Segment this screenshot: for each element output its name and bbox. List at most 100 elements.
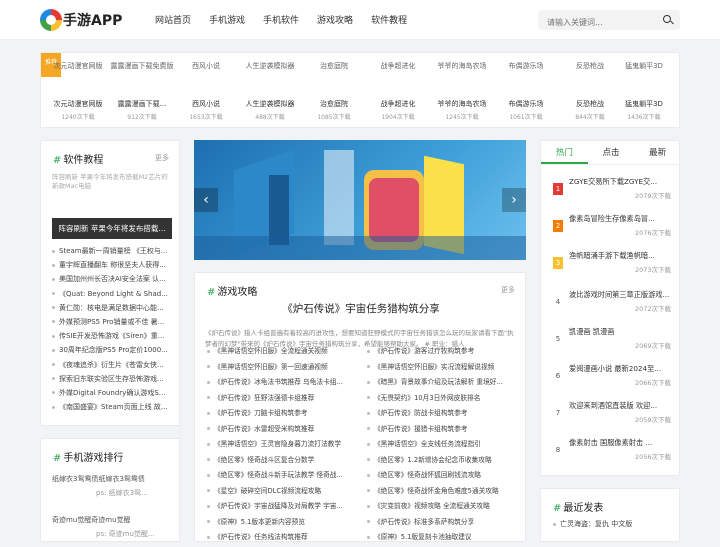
list-item[interactable]: 董宇辉直播翻车 称很坚夫人获得... [52,260,176,274]
more-link[interactable]: 更多 [155,153,169,163]
list-item[interactable]: 《南国盛宴》Steam页面上线 故... [52,402,176,416]
app-downloads: 1904次下载 [381,114,415,121]
app-name[interactable]: 露露漫画下载... [109,99,175,109]
hero-banner[interactable]: ‹ › [194,140,526,260]
hot-item-title[interactable]: ZGYE交易所下载ZGYE交... [569,177,677,187]
list-item[interactable]: 《Quat: Beyond Light & Shad... [52,289,176,303]
app-card[interactable]: 次元动漫官网版 次元动漫官网版 1240次下载 [45,61,111,121]
ranking-item[interactable]: 奇迹mu觉醒奇迹mu觉醒 ps: 奇迹mu觉醒... [52,515,176,539]
hot-item-title[interactable]: 凯漫画 凯漫画 [569,327,677,337]
list-item[interactable]: 《炉石传说》援猎卡组构筑参考 [367,423,517,439]
list-item[interactable]: 《星空》破碎空间DLC视频流程攻略 [207,485,357,501]
ranking-name[interactable]: 纸嫁衣3鸳鸯债纸嫁衣3鸳鸯债 [52,474,176,484]
hot-item-title[interactable]: 像素射击 国服像素射击 ... [569,438,677,448]
list-item[interactable]: 《黑神话悟空怀旧服》全流程通关视频 [207,345,357,361]
app-name[interactable]: 人生逆袭模拟器 [237,99,303,109]
list-item[interactable]: 30周年纪念版PS5 Pro定价1000... [52,345,176,359]
list-item[interactable]: 《炉石传说》刀脑卡组构筑参考 [207,407,357,423]
nav-software-tutorials[interactable]: 软件教程 [371,13,407,26]
app-name[interactable]: 布偶游乐场 [493,99,559,109]
banner-watch-face [369,178,419,242]
list-item[interactable]: 外媒Digital Foundry确认游戏S... [52,388,176,402]
list-item[interactable]: 《炉石传说》游客过疗牧构筑参考 [367,345,517,361]
search-input[interactable] [538,12,648,33]
app-image[interactable]: 人生逆袭模拟器 [237,61,303,87]
list-item[interactable]: 《黑神话悟空怀旧服》第一回速通视频 [207,361,357,377]
list-item[interactable]: 黄仁勋：核电是满足数据中心能... [52,303,176,317]
list-item[interactable]: 《黑神话悟空》王灵官隐身暮力流打法教学 [207,438,357,454]
app-image[interactable]: 西风小说 [173,61,239,87]
list-item[interactable]: 《原神》5.1版复刻卡池抽取建议 [367,531,517,547]
ranking-name[interactable]: 奇迹mu觉醒奇迹mu觉醒 [52,515,176,525]
hot-item-title[interactable]: 波比游戏时间第三章正版游戏... [569,290,677,300]
featured-tutorial[interactable]: 阵容刷新 苹果今年将发布搭载... [52,218,172,239]
nav-mobile-software[interactable]: 手机软件 [263,13,299,26]
nav-home[interactable]: 网站首页 [155,13,191,26]
next-arrow-icon[interactable]: › [502,188,526,212]
app-image[interactable]: 次元动漫官网版 [45,61,111,87]
app-card[interactable]: 爷爷的海岛农场 爷爷的海岛农场 1245次下载 [429,61,495,121]
list-item[interactable]: 《炉石传说》狂野法强德卡组推荐 [207,392,357,408]
app-name[interactable]: 爷爷的海岛农场 [429,99,495,109]
tutorial-image[interactable]: 阵容刷新 苹果今年将发布搭载M2芯片的新款Mac电脑 [52,173,172,207]
list-item[interactable]: 《无畏契约》10月3日外网皮肤排名 [367,392,517,408]
list-item[interactable]: 《黑神话悟空》全支线任务流程指引 [367,438,517,454]
tab-hot[interactable]: 热门 [541,141,588,164]
tab-latest[interactable]: 最新 [634,141,681,164]
more-link[interactable]: 更多 [501,285,515,295]
list-item[interactable]: 《绝区零》怪奇战斗新手玩法教学 怪奇战... [207,469,357,485]
list-item[interactable]: 《炉石传说》宇宙战猛降及对局教学 宇宙... [207,500,357,516]
list-item[interactable]: 《绝区零》怪奇战怀金角色难度5通关攻略 [367,485,517,501]
list-item[interactable]: 《炉石传说》水雷超受米构筑推荐 [207,423,357,439]
app-image[interactable]: 爷爷的海岛农场 [429,61,495,87]
ranking-item[interactable]: 纸嫁衣3鸳鸯债纸嫁衣3鸳鸯债 ps: 纸嫁衣3鸳... [52,474,176,498]
list-item[interactable]: 《夜魂追杀》衍生片《苍雷女侠... [52,360,176,374]
app-card[interactable]: 西风小说 西风小说 1653次下载 [173,61,239,121]
list-item[interactable]: 《绝区零》怪奇战怀狐回刷钱流攻略 [367,469,517,485]
hot-item-title[interactable]: 欢迎来到酒馆直装版 欢迎... [569,401,677,411]
app-name[interactable]: 治愈庭院 [301,99,367,109]
app-name[interactable]: 猛鬼躺平3D [611,99,677,109]
list-item[interactable]: 亡灵海盗：复仇 中文版 [553,519,632,529]
app-image[interactable]: 战争超进化 [365,61,431,87]
list-item[interactable]: 《绝区零》怪奇战斗区复合分数学 [207,454,357,470]
list-item[interactable]: 探索旧东联实验区生存恐怖游戏... [52,374,176,388]
tab-clicks[interactable]: 点击 [588,141,635,164]
app-image[interactable]: 治愈庭院 [301,61,367,87]
prev-arrow-icon[interactable]: ‹ [194,188,218,212]
list-item[interactable]: 《灾变前夜》视频攻略 全流程通关攻略 [367,500,517,516]
list-item[interactable]: Steam最新一周销量榜 《王权与... [52,246,176,260]
app-card[interactable]: 布偶游乐场 布偶游乐场 1061次下载 [493,61,559,121]
list-item[interactable]: 美国加州州长否决AI安全法案 认... [52,274,176,288]
app-image[interactable]: 露露漫画下载免费版 [109,61,175,87]
list-item[interactable]: 《原神》5.1版本更新内容预览 [207,516,357,532]
list-item[interactable]: 《黑神话悟空怀旧服》实况流程解说视频 [367,361,517,377]
search-icon[interactable] [663,15,671,23]
app-card[interactable]: 露露漫画下载免费版 露露漫画下载... 912次下载 [109,61,175,121]
app-name[interactable]: 次元动漫官网版 [45,99,111,109]
app-card[interactable]: 战争超进化 战争超进化 1904次下载 [365,61,431,121]
nav-game-guides[interactable]: 游戏攻略 [317,13,353,26]
hot-item-title[interactable]: 爱阅漫画小说 最新2024至... [569,364,677,374]
featured-guide-title[interactable]: 《炉石传说》宇宙任务猎构筑分享 [195,301,527,316]
list-item[interactable]: 《炉石传说》任务线法构筑推荐 [207,531,357,547]
brand-name[interactable]: 手游APP [63,10,122,30]
hot-item-title[interactable]: 渔帆暗涌手游下载渔帆暗... [569,251,677,261]
hot-item-title[interactable]: 像素岛冒险生存像素岛冒... [569,214,677,224]
list-item[interactable]: 《绝区零》1.2新增协会纪念币收集攻略 [367,454,517,470]
app-card[interactable]: 人生逆袭模拟器 人生逆袭模拟器 488次下载 [237,61,303,121]
list-item[interactable]: 外媒预测PS5 Pro销量或不佳 暑... [52,317,176,331]
list-item[interactable]: 《炉石传说》防战卡组构筑参考 [367,407,517,423]
list-item[interactable]: 《暗黑》背景故事介绍及玩法解析 重境好... [367,376,517,392]
app-image[interactable]: 布偶游乐场 [493,61,559,87]
list-item[interactable]: 传SIE开发恐怖游戏《Siren》重... [52,331,176,345]
nav-mobile-games[interactable]: 手机游戏 [209,13,245,26]
logo-icon[interactable] [40,9,62,31]
app-image[interactable]: 猛鬼躺平3D [611,61,677,87]
list-item[interactable]: 《炉石传说》标准多系萨构筑分享 [367,516,517,532]
app-card[interactable]: 治愈庭院 治愈庭院 1085次下载 [301,61,367,121]
list-item[interactable]: 《炉石传说》冰龟法书筑推荐 乌龟法卡组... [207,376,357,392]
app-name[interactable]: 西风小说 [173,99,239,109]
app-name[interactable]: 战争超进化 [365,99,431,109]
app-card[interactable]: 猛鬼躺平3D 猛鬼躺平3D 1436次下载 [611,61,677,121]
